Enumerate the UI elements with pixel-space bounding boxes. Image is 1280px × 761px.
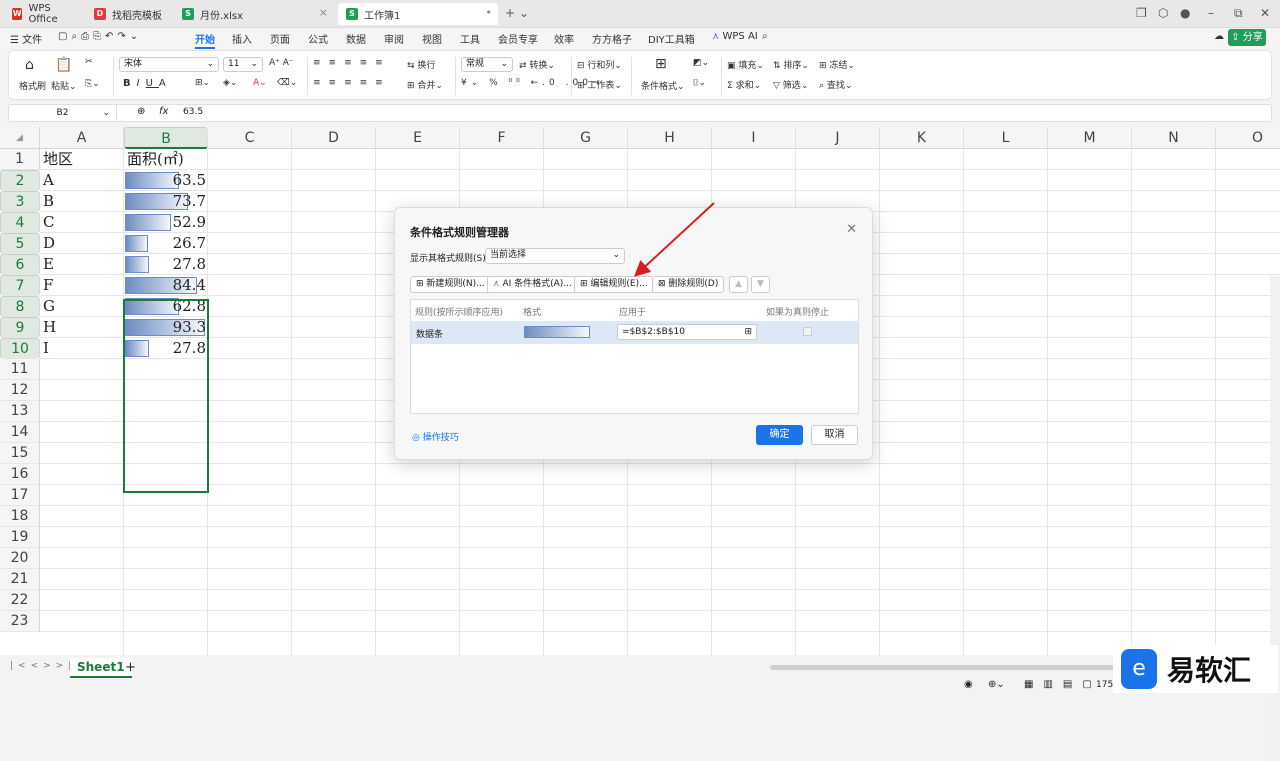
watermark-text: 易软汇 xyxy=(1167,654,1252,687)
annotation-arrow xyxy=(634,202,715,277)
watermark-logo: e 易软汇 xyxy=(1113,645,1278,693)
logo-icon: e xyxy=(1121,649,1157,689)
